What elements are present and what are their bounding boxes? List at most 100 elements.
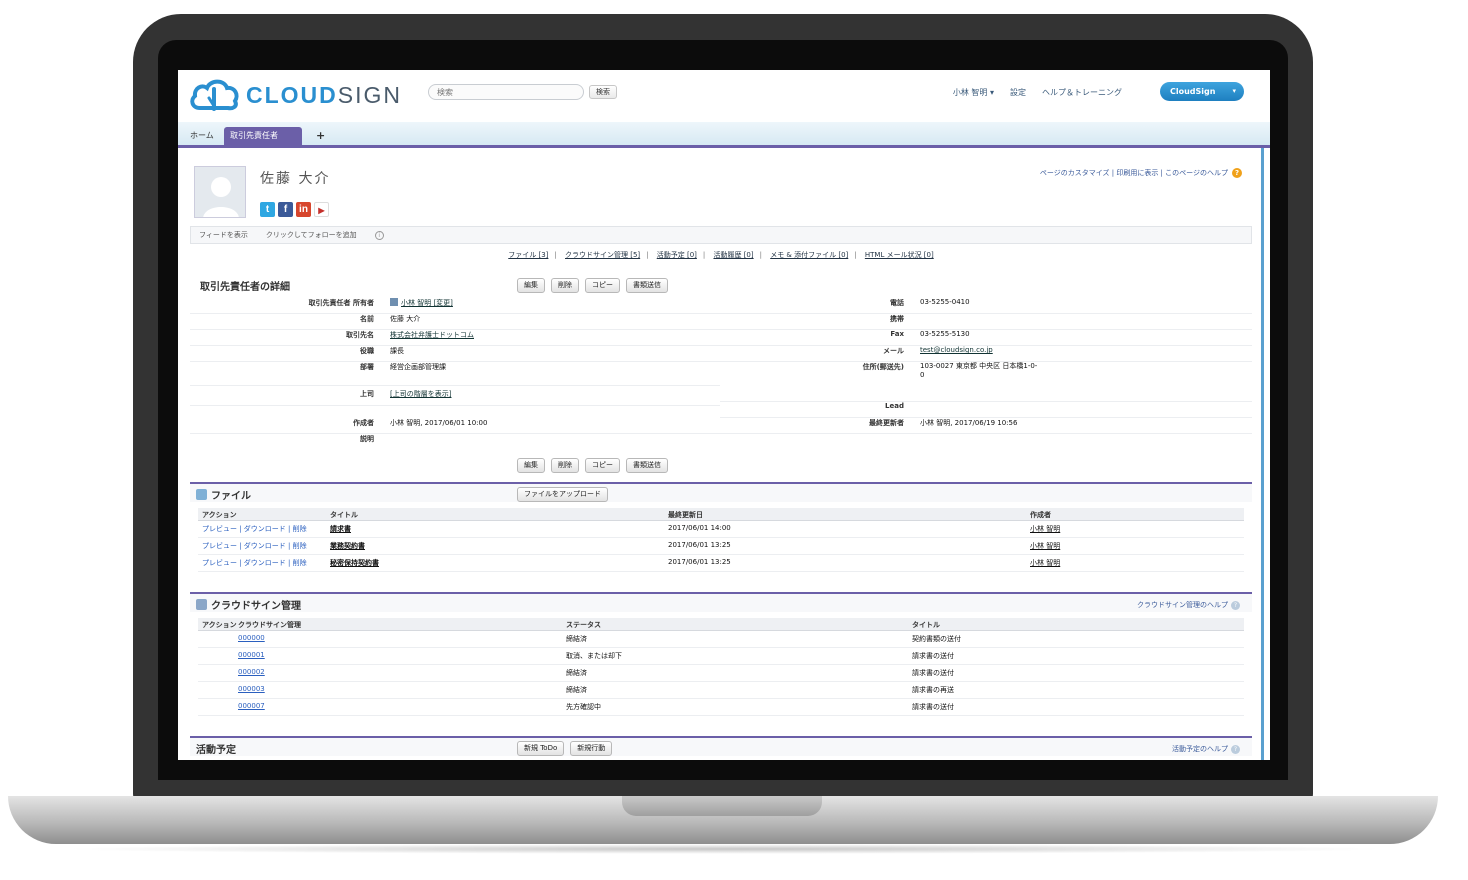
reports-to-link[interactable]: [上司の階層を表示]: [390, 389, 451, 399]
file-actions-links[interactable]: プレビュー | ダウンロード | 削除: [202, 524, 307, 534]
cloudsign-section-header: クラウドサイン管理 クラウドサイン管理のヘルプ?: [190, 592, 1252, 612]
file-title-link[interactable]: 請求書: [330, 524, 351, 534]
send-document-button[interactable]: 書類送信: [626, 278, 668, 293]
delete-button[interactable]: 削除: [551, 458, 579, 473]
tab-add-button[interactable]: +: [310, 127, 331, 145]
cloudsign-record-link[interactable]: 000007: [238, 702, 265, 710]
file-updated: 2017/06/01 13:25: [668, 541, 731, 549]
field-label: 取引先名: [346, 331, 374, 339]
edit-button[interactable]: 編集: [517, 278, 545, 293]
file-title-link[interactable]: 秘密保持契約書: [330, 558, 379, 568]
info-icon: i: [374, 230, 384, 240]
file-owner-link[interactable]: 小林 智明: [1030, 558, 1060, 568]
files-table: アクション タイトル 最終更新日 作成者 プレビュー | ダウンロード | 削除…: [198, 508, 1244, 572]
logo-text: CLOUDSIGN: [246, 81, 403, 108]
column-header: アクション: [202, 621, 237, 629]
field-owner: 取引先責任者 所有者 小林 智明 [変更]: [190, 298, 720, 314]
cloudsign-record-link[interactable]: 000001: [238, 651, 265, 659]
cloudsign-record-link[interactable]: 000003: [238, 685, 265, 693]
record-title: 請求書の再送: [912, 686, 954, 694]
related-link-html-email[interactable]: HTML メール状況 [0]: [865, 251, 934, 259]
cloudsign-record-link[interactable]: 000000: [238, 634, 265, 642]
field-last-modified: 最終更新者 小林 智明, 2017/06/19 10:56: [720, 418, 1252, 434]
youtube-icon[interactable]: ▶: [314, 202, 329, 217]
cloudsign-icon: [196, 599, 207, 610]
edit-button[interactable]: 編集: [517, 458, 545, 473]
user-menu[interactable]: 小林 智明 ▾: [953, 87, 994, 98]
field-value: 03-5255-0410: [920, 298, 970, 306]
upload-file-button[interactable]: ファイルをアップロード: [517, 487, 608, 502]
field-label: 携帯: [890, 315, 904, 323]
top-header: CLOUDSIGN 検索 小林 智明 ▾ 設定 ヘルプ＆トレーニング Cloud…: [178, 70, 1270, 122]
field-department: 部署 経営企画部管理課: [190, 362, 720, 386]
cloudsign-table: アクション クラウドサイン管理 ステータス タイトル 000000 締結済 契約…: [198, 618, 1244, 716]
file-title-link[interactable]: 業務契約書: [330, 541, 365, 551]
delete-button[interactable]: 削除: [551, 278, 579, 293]
related-link-activity-history[interactable]: 活動履歴 [0]: [713, 251, 753, 259]
account-link[interactable]: 株式会社弁護士ドットコム: [390, 330, 474, 340]
field-label: 最終更新者: [869, 419, 904, 427]
app-switcher-button[interactable]: CloudSign ▾: [1160, 82, 1244, 101]
twitter-icon[interactable]: t: [260, 202, 275, 217]
field-value: 小林 智明, 2017/06/01 10:00: [390, 419, 488, 427]
detail-buttons-top: 編集 削除 コピー 書類送信: [517, 278, 668, 293]
field-value: 佐藤 大介: [390, 315, 421, 323]
table-row: プレビュー | ダウンロード | 削除 業務契約書 2017/06/01 13:…: [198, 538, 1244, 555]
field-label: 上司: [360, 390, 374, 398]
column-header: 最終更新日: [668, 511, 703, 519]
tab-bar: ホーム 取引先責任者 +: [178, 122, 1270, 148]
file-owner-link[interactable]: 小林 智明: [1030, 524, 1060, 534]
tab-contacts[interactable]: 取引先責任者: [224, 127, 302, 145]
related-separator: |: [646, 251, 649, 259]
tab-home[interactable]: ホーム: [184, 127, 220, 145]
record-title: 請求書の送付: [912, 703, 954, 711]
related-link-cloudsign[interactable]: クラウドサイン管理 [5]: [565, 251, 640, 259]
search-input[interactable]: [428, 84, 584, 100]
facebook-icon[interactable]: f: [278, 202, 293, 217]
cloudsign-section: クラウドサイン管理 クラウドサイン管理のヘルプ? アクション クラウドサイン管理…: [190, 592, 1252, 726]
search-button[interactable]: 検索: [589, 85, 617, 99]
help-icon: ?: [1232, 168, 1242, 178]
owner-value-link[interactable]: 小林 智明 [変更]: [390, 298, 453, 308]
activities-help-link[interactable]: 活動予定のヘルプ?: [1172, 744, 1240, 754]
file-owner-link[interactable]: 小林 智明: [1030, 541, 1060, 551]
copy-button[interactable]: コピー: [585, 458, 620, 473]
table-row: 000003 締結済 請求書の再送: [198, 682, 1244, 699]
file-actions-links[interactable]: プレビュー | ダウンロード | 削除: [202, 558, 307, 568]
email-link[interactable]: test@cloudsign.co.jp: [920, 346, 993, 354]
related-link-notes[interactable]: メモ & 添付ファイル [0]: [770, 251, 848, 259]
field-label: 名前: [360, 315, 374, 323]
activities-section-header: 活動予定 新規 ToDo 新規行動 活動予定のヘルプ?: [190, 736, 1252, 756]
contact-name-heading: 佐藤 大介: [260, 171, 331, 187]
related-separator: |: [759, 251, 762, 259]
show-feed-link[interactable]: フィードを表示: [199, 230, 248, 240]
settings-link[interactable]: 設定: [1010, 87, 1026, 98]
related-link-files[interactable]: ファイル [3]: [508, 251, 548, 259]
new-event-button[interactable]: 新規行動: [570, 741, 613, 756]
copy-button[interactable]: コピー: [585, 278, 620, 293]
page-help-links[interactable]: ページのカスタマイズ | 印刷用に表示 | このページのヘルプ ?: [1040, 168, 1242, 178]
default-user-icon: [195, 167, 245, 217]
app-screen: CLOUDSIGN 検索 小林 智明 ▾ 設定 ヘルプ＆トレーニング Cloud…: [178, 70, 1270, 760]
table-row: 000000 締結済 契約書類の送付: [198, 631, 1244, 648]
new-todo-button[interactable]: 新規 ToDo: [517, 741, 565, 756]
field-phone: 電話 03-5255-0410: [720, 298, 1252, 314]
help-training-link[interactable]: ヘルプ＆トレーニング: [1042, 87, 1122, 98]
follow-link[interactable]: クリックしてフォローを追加: [266, 230, 357, 240]
send-document-button[interactable]: 書類送信: [626, 458, 668, 473]
related-link-open-activities[interactable]: 活動予定 [0]: [657, 251, 697, 259]
status-text: 締結済: [566, 686, 587, 694]
cloudsign-help-link[interactable]: クラウドサイン管理のヘルプ?: [1137, 600, 1240, 610]
field-name: 名前 佐藤 大介: [190, 314, 720, 330]
field-mailing-address: 住所(郵送先) 103-0027 東京都 中央区 日本橋1-0-0: [720, 362, 1252, 402]
files-table-header: アクション タイトル 最終更新日 作成者: [198, 508, 1244, 521]
cloudsign-logo[interactable]: CLOUDSIGN: [188, 76, 402, 114]
field-label: 電話: [890, 299, 904, 307]
cloudsign-record-link[interactable]: 000002: [238, 668, 265, 676]
file-actions-links[interactable]: プレビュー | ダウンロード | 削除: [202, 541, 307, 551]
status-text: 取消、または却下: [566, 652, 622, 660]
field-account: 取引先名 株式会社弁護士ドットコム: [190, 330, 720, 346]
column-header: 作成者: [1030, 511, 1051, 519]
linkedin-icon[interactable]: in: [296, 202, 311, 217]
field-label: 作成者: [353, 419, 374, 427]
